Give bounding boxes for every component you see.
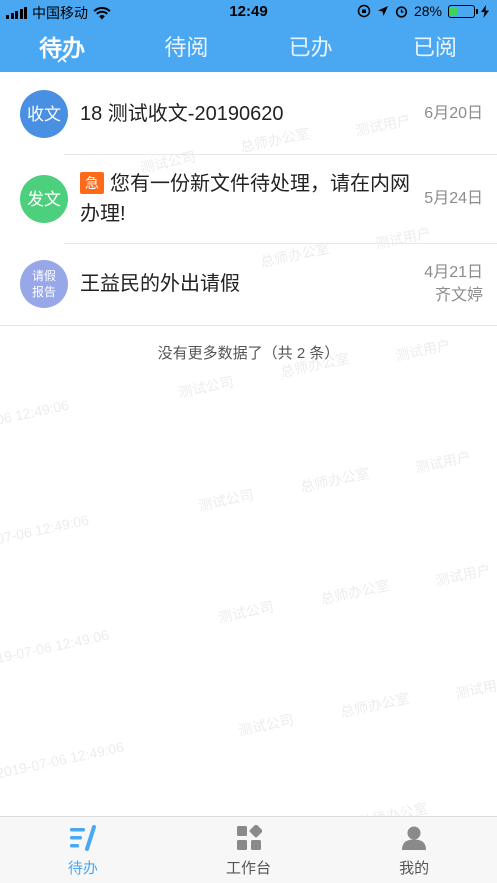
tab-to-read[interactable]: 待阅 (124, 28, 248, 68)
nav-mine[interactable]: 我的 (331, 817, 497, 883)
tab-todo[interactable]: 待办 (0, 28, 124, 68)
watermark-text: 2019-07-06 12:49:06 (0, 626, 111, 670)
user-profile-icon (402, 826, 427, 850)
avatar-leave-request: 请假 报告 (20, 260, 68, 308)
avatar-outgoing-doc: 发文 (20, 175, 68, 223)
watermark-text: 总师办公室 (299, 464, 371, 496)
watermark-text: 总师办公室 (319, 576, 391, 608)
item-title: 18 测试收文-20190620 (80, 103, 284, 125)
tab-read[interactable]: 已阅 (373, 28, 497, 68)
tab-label: 待阅 (164, 35, 209, 60)
top-header: 中国移动 12:49 28% 待办 待阅 已办 已阅 (0, 0, 497, 72)
location-arrow-icon (377, 6, 388, 16)
workbench-grid-icon (236, 825, 262, 850)
orientation-lock-icon (357, 4, 371, 18)
item-date: 6月20日 (424, 105, 483, 122)
watermark-text: 总师办公室 (339, 689, 411, 721)
urgent-badge: 急 (80, 172, 104, 194)
avatar-line: 请假 (31, 269, 56, 283)
item-title: 王益民的外出请假 (80, 273, 240, 295)
watermark-text: 测试公司 (176, 373, 236, 401)
watermark-text: 测试用户 (413, 448, 473, 476)
list-item[interactable]: 收文 18 测试收文-20190620 6月20日 (0, 72, 497, 155)
watermark-text: 测试用户 (453, 674, 497, 702)
todo-list-icon (69, 825, 96, 851)
battery-percent: 28% (413, 3, 442, 19)
watermark-text: 2019-07-06 12:49:06 (0, 738, 126, 782)
battery-icon (448, 4, 478, 18)
watermark-text: 2019-07-06 12:49:06 (0, 511, 91, 555)
watermark-text: 测试公司 (196, 486, 256, 514)
tab-label: 已阅 (412, 35, 457, 60)
status-bar: 中国移动 12:49 28% (0, 0, 497, 24)
nav-label: 我的 (399, 860, 430, 877)
bottom-nav: 待办 工作台 我的 (0, 816, 497, 883)
alarm-icon (395, 5, 408, 18)
list-item[interactable]: 请假 报告 王益民的外出请假 4月21日 齐文婷 (0, 244, 497, 326)
chevron-up-icon (57, 57, 67, 63)
divider (0, 325, 497, 326)
list-footer: 没有更多数据了（共 2 条） (157, 345, 340, 362)
watermark-text: 测试公司 (216, 598, 276, 626)
status-right: 28% (357, 3, 489, 19)
item-date: 4月21日 (424, 264, 483, 281)
item-title: 您有一份新文件待处理，请在内网办理! (80, 173, 410, 225)
watermark-text: 测试用户 (433, 561, 493, 589)
item-title-block: 急您有一份新文件待处理，请在内网办理! (80, 169, 410, 229)
nav-label: 工作台 (226, 860, 272, 877)
item-date: 5月24日 (424, 190, 483, 207)
watermark-text: 2019-07-06 12:49:06 (0, 396, 71, 440)
nav-workbench[interactable]: 工作台 (166, 817, 332, 883)
app-screen: 测试用户 总师办公室 测试公司 测试用户 总师办公室 测试用户 总师办公室 测试… (0, 0, 497, 883)
item-sender: 齐文婷 (434, 287, 483, 304)
charging-bolt-icon (481, 4, 489, 18)
tab-bar: 待办 待阅 已办 已阅 (0, 28, 497, 68)
tab-done[interactable]: 已办 (249, 28, 373, 68)
avatar-incoming-doc: 收文 (20, 90, 68, 138)
avatar-line: 报告 (31, 285, 56, 299)
nav-todo[interactable]: 待办 (0, 817, 166, 883)
nav-label: 待办 (67, 860, 98, 877)
tab-label: 已办 (288, 35, 333, 60)
list-item[interactable]: 发文 急您有一份新文件待处理，请在内网办理! 5月24日 (0, 155, 497, 244)
watermark-text: 测试公司 (236, 711, 296, 739)
